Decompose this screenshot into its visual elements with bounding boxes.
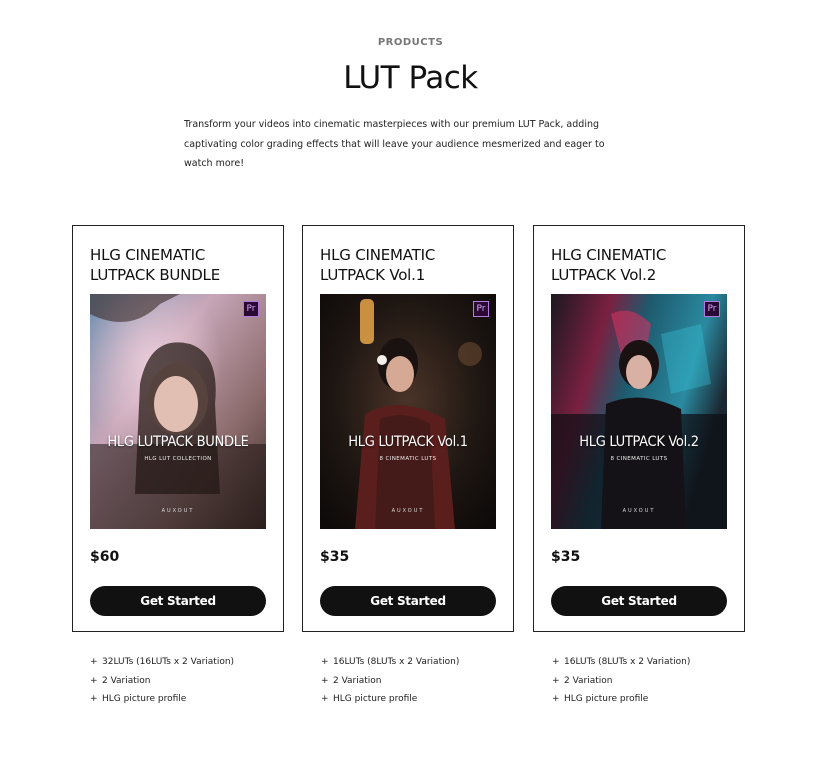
product-title: HLG CINEMATIC LUTPACK Vol.1 xyxy=(320,245,500,285)
premiere-pro-icon: Pr xyxy=(473,301,489,317)
plus-icon: + xyxy=(90,694,98,704)
image-brand: AUXOUT xyxy=(622,508,656,514)
feature-item: + HLG picture profile xyxy=(90,690,234,709)
product-title-line2: LUTPACK Vol.2 xyxy=(551,266,657,284)
product-title-line1: HLG CINEMATIC xyxy=(90,246,206,264)
get-started-button[interactable]: Get Started xyxy=(90,586,266,616)
page-title: LUT Pack xyxy=(343,60,478,96)
feature-text: 16LUTs (8LUTs x 2 Variation) xyxy=(333,657,460,667)
image-brand: AUXOUT xyxy=(161,508,195,514)
plus-icon: + xyxy=(552,694,560,704)
image-subtitle: HLG LUT COLLECTION xyxy=(144,456,212,462)
image-title: HLG LUTPACK BUNDLE xyxy=(107,434,249,450)
feature-text: 2 Variation xyxy=(564,675,613,686)
product-card-vol1: HLG CINEMATIC LUTPACK Vol.1 Pr HLG LUTPA… xyxy=(302,225,514,632)
plus-icon: + xyxy=(552,675,560,686)
plus-icon: + xyxy=(321,694,329,704)
feature-list: +16LUTs (8LUTs x 2 Variation) +2 Variati… xyxy=(552,653,690,709)
image-title: HLG LUTPACK Vol.1 xyxy=(348,434,468,450)
feature-item: + HLG picture profile xyxy=(321,690,459,709)
plus-icon: + xyxy=(90,657,98,667)
feature-text: 2 Variation xyxy=(333,675,382,686)
feature-text: HLG picture profile xyxy=(564,694,649,704)
feature-list: +16LUTs (8LUTs x 2 Variation) +2 Variati… xyxy=(321,653,459,709)
feature-text: 32LUTs (16LUTs x 2 Variation) xyxy=(102,657,235,667)
image-brand: AUXOUT xyxy=(391,508,425,514)
image-subtitle: 8 CINEMATIC LUTS xyxy=(610,456,668,462)
plus-icon: + xyxy=(552,657,560,667)
product-price: $35 xyxy=(551,549,581,565)
feature-text: HLG picture profile xyxy=(333,694,418,704)
product-title: HLG CINEMATIC LUTPACK BUNDLE xyxy=(90,245,270,285)
feature-item: +2 Variation xyxy=(321,672,459,691)
product-price: $35 xyxy=(320,549,350,565)
plus-icon: + xyxy=(90,675,98,686)
feature-text: 2 Variation xyxy=(102,675,151,686)
feature-text: HLG picture profile xyxy=(102,694,187,704)
feature-item: + HLG picture profile xyxy=(552,690,690,709)
feature-item: +16LUTs (8LUTs x 2 Variation) xyxy=(321,653,459,672)
product-title-line1: HLG CINEMATIC xyxy=(320,246,436,264)
plus-icon: + xyxy=(321,675,329,686)
feature-text: 16LUTs (8LUTs x 2 Variation) xyxy=(564,657,691,667)
product-card-bundle: HLG CINEMATIC LUTPACK BUNDLE Pr HLG LUTP… xyxy=(72,225,284,632)
feature-item: +2 Variation xyxy=(90,672,234,691)
feature-item: +32LUTs (16LUTs x 2 Variation) xyxy=(90,653,234,672)
premiere-pro-icon: Pr xyxy=(243,301,259,317)
section-description: Transform your videos into cinematic mas… xyxy=(184,119,605,169)
get-started-button[interactable]: Get Started xyxy=(320,586,496,616)
image-title: HLG LUTPACK Vol.2 xyxy=(579,434,699,450)
product-image[interactable]: Pr HLG LUTPACK Vol.1 8 CINEMATIC LUTS AU… xyxy=(320,294,496,529)
product-card-vol2: HLG CINEMATIC LUTPACK Vol.2 Pr HLG LUTPA… xyxy=(533,225,745,632)
premiere-pro-icon: Pr xyxy=(704,301,720,317)
image-subtitle: 8 CINEMATIC LUTS xyxy=(379,456,437,462)
get-started-button[interactable]: Get Started xyxy=(551,586,727,616)
product-title-line2: LUTPACK BUNDLE xyxy=(90,266,220,284)
section-eyebrow: PRODUCTS xyxy=(377,37,444,48)
product-image[interactable]: Pr HLG LUTPACK Vol.2 8 CINEMATIC LUTS AU… xyxy=(551,294,727,529)
product-title-line2: LUTPACK Vol.1 xyxy=(320,266,426,284)
plus-icon: + xyxy=(321,657,329,667)
product-title: HLG CINEMATIC LUTPACK Vol.2 xyxy=(551,245,731,285)
feature-item: +16LUTs (8LUTs x 2 Variation) xyxy=(552,653,690,672)
feature-item: +2 Variation xyxy=(552,672,690,691)
feature-list: +32LUTs (16LUTs x 2 Variation) +2 Variat… xyxy=(90,653,234,709)
product-title-line1: HLG CINEMATIC xyxy=(551,246,667,264)
product-price: $60 xyxy=(90,549,120,565)
product-image[interactable]: Pr HLG LUTPACK BUNDLE HLG LUT COLLECTION… xyxy=(90,294,266,529)
